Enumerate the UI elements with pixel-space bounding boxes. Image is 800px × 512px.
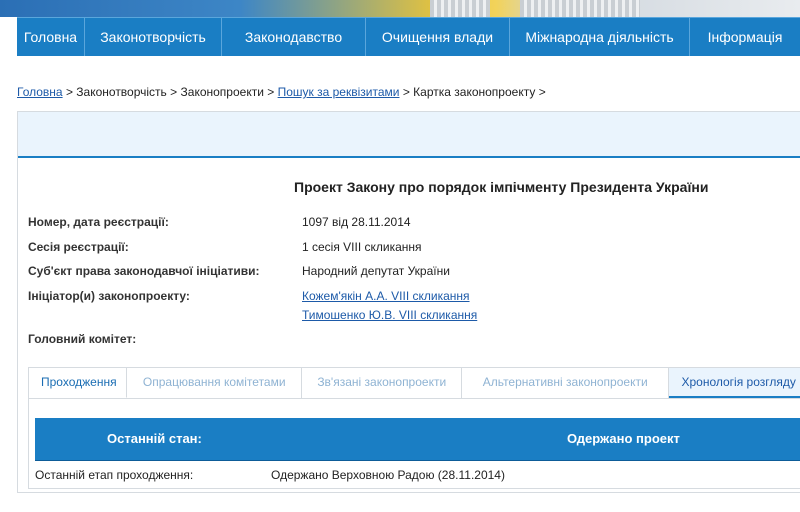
session-label: Сесія реєстрації: xyxy=(28,240,129,254)
tab-committees[interactable]: Опрацювання комітетами xyxy=(127,368,303,398)
tab-chronology[interactable]: Хронологія розгляду xyxy=(669,368,800,398)
nav-lawmaking[interactable]: Законотворчість xyxy=(85,18,222,56)
last-state-label: Останній стан: xyxy=(107,431,202,446)
breadcrumb: Головна > Законотворчість > Законопроект… xyxy=(17,85,546,99)
top-banner xyxy=(0,0,800,17)
subject-value: Народний депутат України xyxy=(302,264,450,278)
tab-alternative-bills[interactable]: Альтернативні законопроекти xyxy=(462,368,670,398)
nav-international[interactable]: Міжнародна діяльність xyxy=(510,18,690,56)
status-bar: Останній стан: Одержано проект xyxy=(35,418,800,461)
initiators-label: Ініціатор(и) законопроекту: xyxy=(28,289,190,303)
breadcrumb-search-link[interactable]: Пошук за реквізитами xyxy=(278,85,400,99)
last-stage-value: Одержано Верховною Радою (28.11.2014) xyxy=(271,468,505,482)
nav-home[interactable]: Головна xyxy=(17,18,85,56)
initiators-list: Кожем'якін А.А. VIII скликання Тимошенко… xyxy=(302,289,477,327)
breadcrumb-separator: > xyxy=(170,85,178,99)
breadcrumb-bills: Законопроекти xyxy=(180,85,264,99)
main-nav: Головна Законотворчість Законодавство Оч… xyxy=(17,17,800,56)
subject-label: Суб'єкт права законодавчої ініціативи: xyxy=(28,264,260,278)
nav-information[interactable]: Інформація xyxy=(690,18,800,56)
registration-label: Номер, дата реєстрації: xyxy=(28,215,169,229)
breadcrumb-separator: > xyxy=(267,85,275,99)
building-graphic xyxy=(520,0,640,17)
tab-related-bills[interactable]: Зв'язані законопроекти xyxy=(302,368,463,398)
breadcrumb-separator: > xyxy=(538,85,546,99)
tabs-panel: Проходження Опрацювання комітетами Зв'яз… xyxy=(28,367,800,489)
breadcrumb-lawmaking: Законотворчість xyxy=(76,85,167,99)
tab-bar: Проходження Опрацювання комітетами Зв'яз… xyxy=(29,368,800,399)
last-state-value: Одержано проект xyxy=(567,431,680,446)
bill-title: Проект Закону про порядок імпічменту Пре… xyxy=(294,179,709,195)
initiator-link[interactable]: Тимошенко Ю.В. VIII скликання xyxy=(302,308,477,322)
building-graphic xyxy=(430,0,490,17)
breadcrumb-separator: > xyxy=(65,85,73,99)
breadcrumb-card: Картка законопроекту xyxy=(413,85,536,99)
session-value: 1 сесія VIII скликання xyxy=(302,240,422,254)
initiator-link[interactable]: Кожем'якін А.А. VIII скликання xyxy=(302,289,477,303)
last-stage-label: Останній етап проходження: xyxy=(35,468,194,482)
bill-card: Проект Закону про порядок імпічменту Пре… xyxy=(17,111,800,493)
nav-legislation[interactable]: Законодавство xyxy=(222,18,366,56)
nav-lustration[interactable]: Очищення влади xyxy=(366,18,510,56)
registration-value: 1097 від 28.11.2014 xyxy=(302,215,411,229)
breadcrumb-home-link[interactable]: Головна xyxy=(17,85,63,99)
tab-progress[interactable]: Проходження xyxy=(29,368,127,398)
breadcrumb-separator: > xyxy=(402,85,410,99)
committee-label: Головний комітет: xyxy=(28,332,137,346)
card-header xyxy=(18,112,800,158)
